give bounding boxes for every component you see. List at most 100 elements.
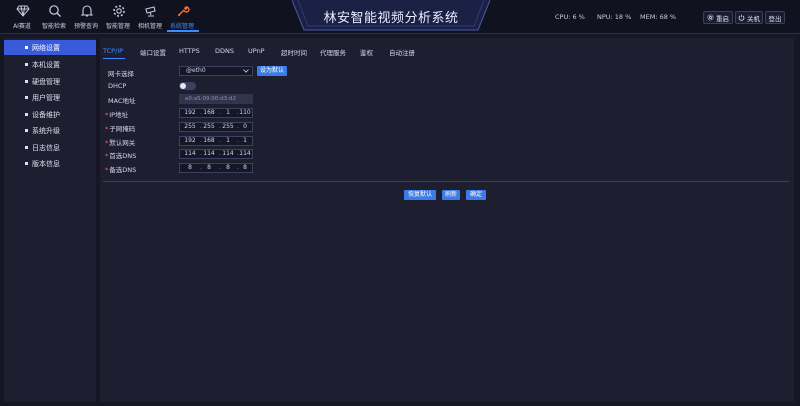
confirm-button[interactable]: 确定 (466, 190, 486, 200)
octet[interactable]: 168 (202, 137, 216, 145)
gem-icon (16, 5, 30, 17)
required-mark: * (105, 139, 109, 147)
octet[interactable]: 114 (183, 150, 197, 158)
gear-icon (707, 14, 714, 21)
sidebar: 网络设置 本机设置 硬盘管理 用户管理 设备维护 系统升级 日志信息 版本信息 (4, 38, 96, 402)
octet[interactable]: 192 (183, 137, 197, 145)
alarm-bell-icon (80, 5, 94, 17)
shutdown-button[interactable]: 关机 (735, 11, 763, 24)
dns2-label: *备选DNS (105, 164, 136, 174)
nav-smart-manage[interactable]: 智能管理 (103, 4, 135, 32)
wrench-icon (178, 6, 190, 16)
sidebar-item-label: 系统升级 (32, 126, 60, 135)
restart-button[interactable]: 重启 (703, 11, 733, 24)
main-panel: TCP/IP 端口设置 HTTPS DDNS UPnP 超时时间 代理服务 鉴权… (100, 38, 794, 402)
sidebar-item-label: 日志信息 (32, 143, 60, 152)
octet[interactable]: 255 (202, 123, 216, 131)
mac-label: MAC地址 (108, 97, 136, 105)
octet[interactable]: 192 (183, 109, 197, 117)
mac-field: e0:a5:09:00:d3:d2 (179, 94, 253, 104)
top-bar: AI赛道 智能检索 预警查询 智能管理 相机管理 系统管理 林安智能视频分析系统… (0, 0, 800, 34)
octet[interactable]: 255 (183, 123, 197, 131)
octet[interactable]: 110 (238, 109, 252, 117)
dns1-label: *首选DNS (105, 150, 136, 160)
required-mark: * (105, 166, 109, 174)
octet[interactable]: 114 (202, 150, 216, 158)
required-mark: * (105, 125, 109, 133)
octet[interactable]: 114 (238, 150, 252, 158)
gateway-label: *默认网关 (105, 137, 135, 147)
sidebar-item-version[interactable]: 版本信息 (4, 156, 96, 171)
gear-icon (113, 5, 125, 17)
restore-default-button[interactable]: 恢复默认 (404, 190, 436, 200)
sidebar-item-network[interactable]: 网络设置 (4, 40, 96, 55)
sidebar-item-disk[interactable]: 硬盘管理 (4, 74, 96, 89)
tab-auto-register[interactable]: 自动注册 (389, 47, 415, 57)
camera-icon (145, 6, 156, 17)
octet[interactable]: 8 (202, 164, 216, 172)
nav-ai-track[interactable]: AI赛道 (7, 4, 39, 32)
nav-alarm-query[interactable]: 预警查询 (71, 4, 103, 32)
logout-button[interactable]: 登出 (765, 11, 785, 24)
nic-select[interactable]: @eth0 (179, 66, 253, 76)
npu-usage: NPU: 18 % (597, 13, 632, 21)
dhcp-toggle[interactable] (179, 82, 196, 90)
octet[interactable]: 1 (221, 137, 235, 145)
gateway-label-text: 默认网关 (109, 139, 136, 147)
subnet-mask-input[interactable]: 255. 255. 255. 0 (179, 122, 253, 132)
nav-system-manage[interactable]: 系统管理 (167, 4, 199, 32)
octet[interactable]: 1 (238, 137, 252, 145)
dhcp-label: DHCP (108, 82, 127, 90)
tab-auth[interactable]: 鉴权 (360, 47, 373, 57)
secondary-dns-input[interactable]: 8. 8. 8. 8 (179, 163, 253, 173)
refresh-button[interactable]: 刷新 (442, 190, 460, 200)
set-default-button[interactable]: 设为默认 (257, 66, 287, 76)
bullet (25, 162, 28, 165)
search-icon (49, 5, 61, 17)
nic-label: 网卡选择 (108, 70, 134, 78)
nav-label: AI赛道 (13, 23, 31, 30)
nav-camera-manage[interactable]: 相机管理 (135, 4, 167, 32)
octet[interactable]: 114 (221, 150, 235, 158)
nav-label: 系统管理 (169, 23, 194, 30)
mask-label-text: 子网掩码 (109, 125, 136, 133)
nav-smart-search[interactable]: 智能检索 (39, 4, 71, 32)
nav-label: 智能管理 (105, 23, 130, 30)
sidebar-item-local[interactable]: 本机设置 (4, 57, 96, 72)
octet[interactable]: 255 (221, 123, 235, 131)
octet[interactable]: 1 (221, 109, 235, 117)
sidebar-item-logs[interactable]: 日志信息 (4, 140, 96, 155)
primary-dns-input[interactable]: 114. 114. 114. 114 (179, 149, 253, 159)
tab-ports[interactable]: 端口设置 (140, 47, 166, 57)
mask-label: *子网掩码 (105, 123, 135, 133)
bullet (25, 80, 28, 83)
required-mark: * (105, 152, 109, 160)
tab-timeout[interactable]: 超时时间 (281, 47, 307, 57)
octet[interactable]: 8 (183, 164, 197, 172)
app-title: 林安智能视频分析系统 (323, 11, 459, 26)
sidebar-item-upgrade[interactable]: 系统升级 (4, 123, 96, 138)
tab-upnp[interactable]: UPnP (248, 47, 265, 55)
octet[interactable]: 8 (238, 164, 252, 172)
gateway-input[interactable]: 192. 168. 1. 1 (179, 136, 253, 146)
dns1-label-text: 首选DNS (109, 152, 137, 160)
octet[interactable]: 0 (238, 123, 252, 131)
tab-proxy[interactable]: 代理服务 (320, 47, 346, 57)
sidebar-item-label: 本机设置 (32, 60, 60, 69)
tab-ddns[interactable]: DDNS (215, 47, 234, 55)
ip-address-input[interactable]: 192. 168. 1. 110 (179, 108, 253, 118)
sidebar-item-label: 硬盘管理 (32, 77, 60, 86)
logout-label: 登出 (768, 14, 782, 23)
sidebar-item-users[interactable]: 用户管理 (4, 90, 96, 105)
octet[interactable]: 168 (202, 109, 216, 117)
restart-label: 重启 (716, 14, 729, 23)
sidebar-item-label: 版本信息 (32, 159, 60, 168)
sidebar-item-maintenance[interactable]: 设备维护 (4, 107, 96, 122)
tab-tcpip[interactable]: TCP/IP (103, 47, 123, 55)
tab-https[interactable]: HTTPS (179, 47, 200, 55)
sidebar-item-label: 网络设置 (32, 43, 60, 52)
nav-label: 智能检索 (41, 23, 66, 30)
octet[interactable]: 8 (221, 164, 235, 172)
shutdown-label: 关机 (747, 14, 760, 23)
sidebar-item-label: 设备维护 (32, 110, 60, 119)
